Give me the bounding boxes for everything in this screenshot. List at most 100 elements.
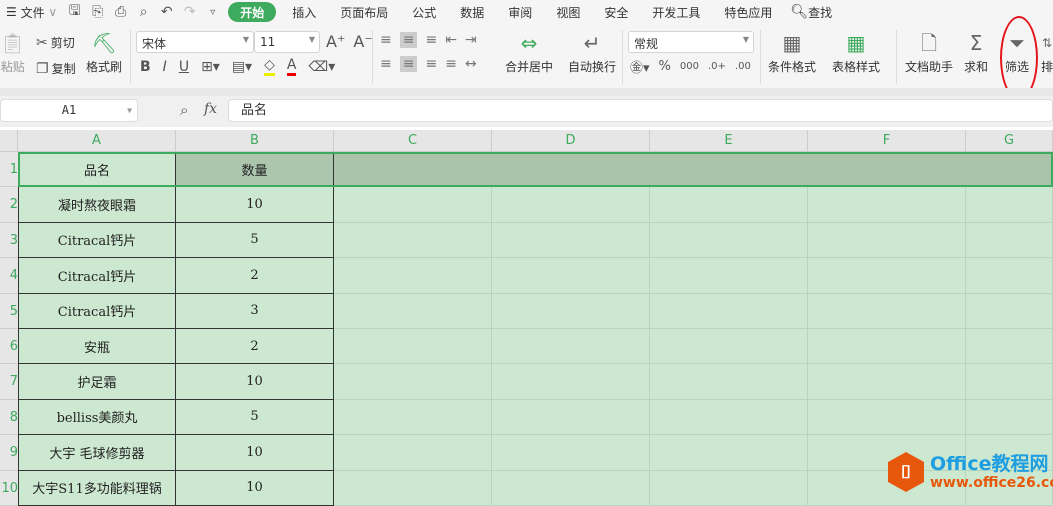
row-header[interactable]: 3 [0,222,18,259]
tab-special[interactable]: 特色应用 [712,0,784,24]
data-cell[interactable]: 安瓶 [18,329,176,365]
column-header-G[interactable]: G [966,130,1053,152]
tab-security[interactable]: 安全 [592,0,640,24]
align-center-icon[interactable]: ≡ [399,56,418,72]
empty-cell[interactable] [492,435,650,471]
empty-cell[interactable] [492,329,650,365]
search-button[interactable]: 🔍︎ 查找 [784,0,838,24]
border-icon[interactable]: ⊞▾ [201,59,220,75]
indent-decrease-icon[interactable]: ⇤ [445,32,457,48]
empty-cell[interactable] [650,399,808,436]
empty-cell[interactable] [808,364,966,400]
data-cell[interactable]: 10 [176,364,334,400]
row-header[interactable]: 10 [0,470,18,506]
sort-button[interactable]: ⇅ 排 [1041,28,1053,75]
data-cell[interactable]: Citracal钙片 [18,222,176,259]
distribute-icon[interactable]: ↔ [465,56,477,72]
formula-input[interactable]: 品名 [228,99,1053,122]
doc-helper-button[interactable]: 🗋 文档助手 [905,28,953,75]
empty-cell[interactable] [966,152,1053,188]
empty-cell[interactable] [650,293,808,329]
empty-cell[interactable] [492,399,650,436]
tab-view[interactable]: 视图 [544,0,592,24]
header-cell[interactable]: 数量 [176,152,334,188]
empty-cell[interactable] [334,293,492,329]
row-header[interactable]: 4 [0,258,18,294]
empty-cell[interactable] [334,470,492,506]
bold-icon[interactable]: B [140,59,151,75]
save-icon[interactable]: 🖫 [63,0,86,24]
empty-cell[interactable] [492,364,650,400]
empty-cell[interactable] [334,222,492,259]
copy-button[interactable]: ❐ 复制 [36,60,76,77]
data-cell[interactable]: 2 [176,258,334,294]
empty-cell[interactable] [334,399,492,436]
empty-cell[interactable] [808,293,966,329]
data-cell[interactable]: 10 [176,470,334,506]
data-cell[interactable]: 5 [176,399,334,436]
row-header[interactable]: 9 [0,435,18,471]
merge-center-button[interactable]: ⇔ 合并居中 [505,28,553,75]
tab-insert[interactable]: 插入 [280,0,328,24]
empty-cell[interactable] [808,152,966,188]
align-top-icon[interactable]: ≡ [380,32,392,48]
data-cell[interactable]: 大宇 毛球修剪器 [18,435,176,471]
empty-cell[interactable] [492,222,650,259]
cell-style-icon[interactable]: ▤▾ [232,59,252,75]
paste-button[interactable]: 📋︎ 粘贴 [0,28,25,75]
empty-cell[interactable] [966,399,1053,436]
thousands-icon[interactable]: 000 [680,61,699,72]
empty-cell[interactable] [650,222,808,259]
row-header[interactable]: 5 [0,293,18,329]
wrap-text-button[interactable]: ↵ 自动换行 [568,28,616,75]
tab-developer[interactable]: 开发工具 [640,0,712,24]
data-cell[interactable]: 3 [176,293,334,329]
data-cell[interactable]: 10 [176,187,334,223]
empty-cell[interactable] [650,364,808,400]
name-box[interactable]: A1 ▼ [0,99,138,122]
row-header[interactable]: 8 [0,399,18,436]
data-cell[interactable]: 10 [176,435,334,471]
header-cell[interactable]: 品名 [18,152,176,188]
zoom-formula-icon[interactable]: ⌕ [180,101,188,119]
empty-cell[interactable] [334,187,492,223]
empty-cell[interactable] [650,470,808,506]
customize-icon[interactable]: ▿ [201,0,224,24]
data-cell[interactable]: 大宇S11多功能料理锅 [18,470,176,506]
column-header-D[interactable]: D [492,130,650,152]
cut-button[interactable]: ✂ 剪切 [36,34,75,51]
empty-cell[interactable] [334,364,492,400]
align-right-icon[interactable]: ≡ [425,56,437,72]
tab-review[interactable]: 审阅 [496,0,544,24]
file-menu[interactable]: ☰ 文件 ∨ [0,0,63,24]
data-cell[interactable]: Citracal钙片 [18,293,176,329]
align-left-icon[interactable]: ≡ [380,56,392,72]
tab-home[interactable]: 开始 [228,2,277,22]
currency-icon[interactable]: ㊎▾ [630,57,650,76]
column-header-E[interactable]: E [650,130,808,152]
tab-formulas[interactable]: 公式 [400,0,448,24]
conditional-format-button[interactable]: ▦ 条件格式 [768,28,816,75]
print-preview-icon[interactable]: ⌕ [132,0,155,24]
row-header[interactable]: 6 [0,329,18,365]
number-format-select[interactable]: 常规 ▼ [628,31,754,53]
decrease-font-icon[interactable]: A⁻ [353,32,372,51]
eraser-icon[interactable]: ⌫▾ [308,59,335,75]
export-icon[interactable]: ⎘ [86,0,109,24]
column-header-F[interactable]: F [808,130,966,152]
row-header[interactable]: 2 [0,187,18,223]
empty-cell[interactable] [334,152,492,188]
increase-font-icon[interactable]: A⁺ [326,32,345,51]
select-all-corner[interactable] [0,130,18,152]
decrease-decimal-icon[interactable]: .00 [735,61,751,72]
underline-icon[interactable]: U [179,59,189,75]
empty-cell[interactable] [334,329,492,365]
empty-cell[interactable] [334,258,492,294]
data-cell[interactable]: Citracal钙片 [18,258,176,294]
empty-cell[interactable] [966,258,1053,294]
empty-cell[interactable] [808,399,966,436]
indent-increase-icon[interactable]: ⇥ [465,32,477,48]
empty-cell[interactable] [966,222,1053,259]
undo-icon[interactable]: ↶ [155,0,178,24]
empty-cell[interactable] [966,329,1053,365]
